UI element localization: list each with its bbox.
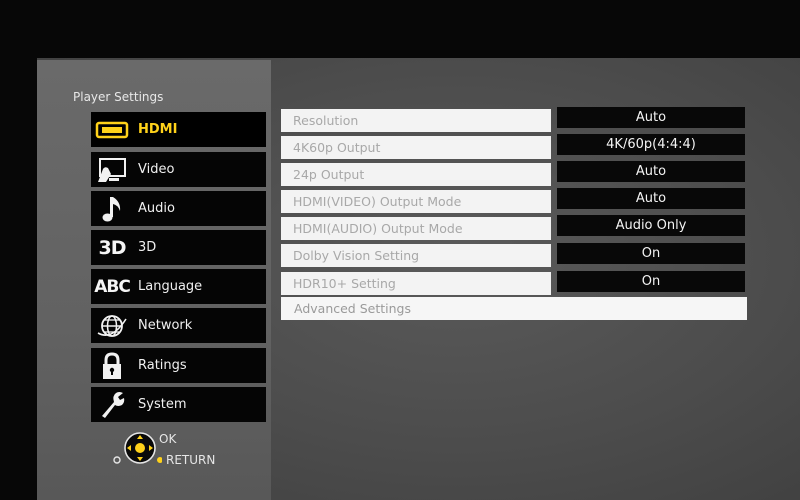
- lock-icon: [91, 348, 133, 383]
- globe-icon: [91, 308, 133, 343]
- music-note-icon: [91, 191, 133, 226]
- sidebar-item-label: Ratings: [138, 358, 187, 373]
- sidebar-item-label: Video: [138, 162, 175, 177]
- setting-label-hdr10plus[interactable]: HDR10+ Setting: [281, 272, 551, 295]
- sidebar-item-ratings[interactable]: Ratings: [91, 348, 266, 383]
- sidebar-item-video[interactable]: Video: [91, 152, 266, 187]
- setting-label-dolby-vision[interactable]: Dolby Vision Setting: [281, 244, 551, 267]
- sidebar-item-network[interactable]: Network: [91, 308, 266, 343]
- 3d-icon: 3D: [98, 236, 127, 259]
- sidebar-item-language[interactable]: ABC Language: [91, 269, 266, 304]
- hdmi-icon: [91, 112, 133, 147]
- setting-label-24p-output[interactable]: 24p Output: [281, 163, 551, 186]
- sidebar-item-system[interactable]: System: [91, 387, 266, 422]
- setting-label-4k60p-output[interactable]: 4K60p Output: [281, 136, 551, 159]
- sidebar-item-label: Audio: [138, 201, 175, 216]
- setting-value-hdr10plus[interactable]: On: [557, 271, 745, 292]
- sidebar-item-label: System: [138, 397, 187, 412]
- dpad-icon: [113, 432, 162, 464]
- setting-value-hdmi-audio-output-mode[interactable]: Audio Only: [557, 215, 745, 236]
- sidebar-item-3d[interactable]: 3D 3D: [91, 230, 266, 265]
- ok-hint-label: OK: [159, 432, 177, 446]
- remote-hint: OK RETURN: [112, 428, 232, 472]
- sidebar-item-label: Network: [138, 318, 193, 333]
- sidebar-item-label: 3D: [138, 240, 157, 255]
- advanced-settings-button[interactable]: Advanced Settings: [281, 297, 747, 320]
- setting-label-hdmi-audio-output-mode[interactable]: HDMI(AUDIO) Output Mode: [281, 217, 551, 240]
- setting-value-24p-output[interactable]: Auto: [557, 161, 745, 182]
- setting-value-4k60p-output[interactable]: 4K/60p(4:4:4): [557, 134, 745, 155]
- setting-label-hdmi-video-output-mode[interactable]: HDMI(VIDEO) Output Mode: [281, 190, 551, 213]
- setting-value-resolution[interactable]: Auto: [557, 107, 745, 128]
- wrench-icon: [91, 387, 133, 422]
- setting-label-resolution[interactable]: Resolution: [281, 109, 551, 132]
- return-hint-label: RETURN: [166, 453, 216, 467]
- sidebar-item-audio[interactable]: Audio: [91, 191, 266, 226]
- setting-value-dolby-vision[interactable]: On: [557, 243, 745, 264]
- sidebar-item-label: HDMI: [138, 122, 178, 137]
- video-icon: [91, 152, 133, 187]
- setting-value-hdmi-video-output-mode[interactable]: Auto: [557, 188, 745, 209]
- sidebar-item-label: Language: [138, 279, 203, 294]
- tv-screen: Player Settings HDMI Video Audio 3D 3D A…: [0, 0, 800, 500]
- abc-icon: ABC: [94, 276, 131, 297]
- page-title: Player Settings: [73, 90, 164, 104]
- sidebar-item-hdmi[interactable]: HDMI: [91, 112, 266, 147]
